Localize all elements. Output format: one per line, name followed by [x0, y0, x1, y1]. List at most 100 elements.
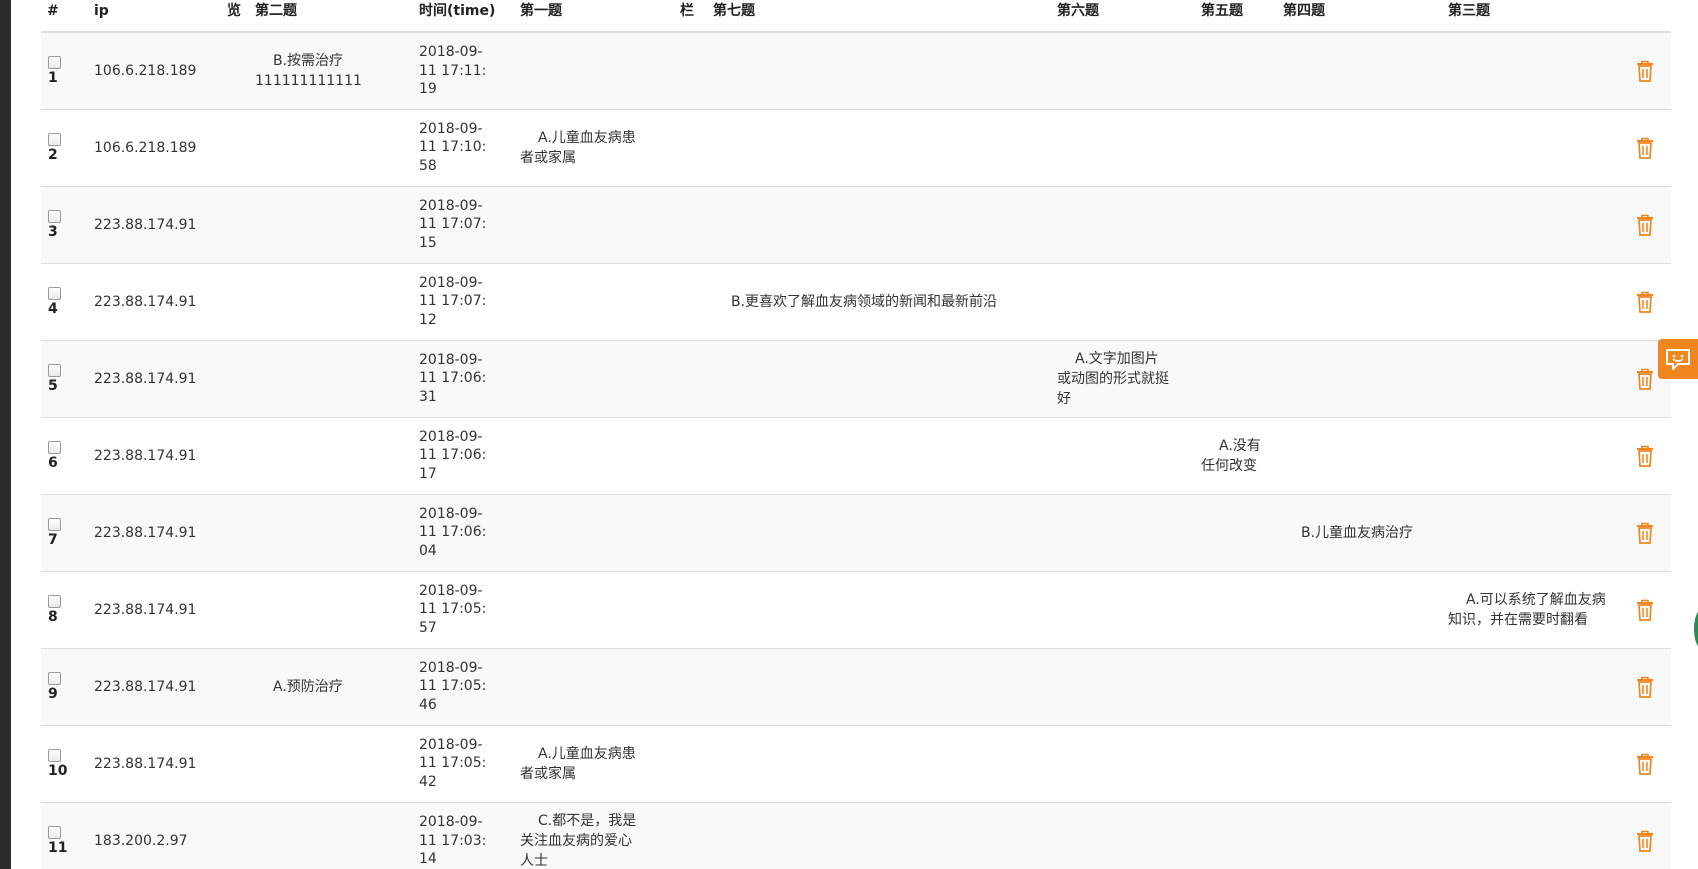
cell-q6 — [1051, 493, 1195, 571]
cell-q1 — [514, 31, 674, 109]
row-checkbox[interactable] — [48, 825, 61, 839]
answer-text: B.儿童血友病治疗 — [1301, 524, 1414, 541]
row-checkbox[interactable] — [48, 440, 61, 454]
cell-q1 — [514, 262, 674, 340]
trash-icon[interactable] — [1635, 445, 1655, 467]
cell-q5 — [1195, 185, 1277, 263]
table-row: 3 223.88.174.91 2018-09-11 17:07:15 — [41, 185, 1671, 263]
cell-ip: 223.88.174.91 — [88, 570, 221, 648]
trash-icon[interactable] — [1635, 60, 1655, 82]
cell-time: 2018-09-11 17:10:58 — [413, 108, 514, 186]
cell-col — [674, 724, 707, 802]
cell-lan — [221, 339, 249, 417]
header-lan[interactable]: 览 — [221, 0, 249, 33]
cell-time: 2018-09-11 17:05:57 — [413, 570, 514, 648]
header-q5[interactable]: 第五题 — [1195, 0, 1277, 33]
row-checkbox[interactable] — [48, 363, 61, 377]
answer-text: A.可以系统了解血友病知识，并在需要时翻看 — [1448, 591, 1606, 628]
row-checkbox[interactable] — [48, 286, 61, 300]
cell-col — [674, 801, 707, 869]
header-ip[interactable]: ip — [88, 0, 221, 33]
row-checkbox[interactable] — [48, 748, 61, 762]
cell-q7 — [707, 801, 1051, 869]
cell-time: 2018-09-11 17:05:42 — [413, 724, 514, 802]
header-q3[interactable]: 第三题 — [1442, 0, 1621, 33]
row-checkbox[interactable] — [48, 132, 61, 146]
trash-icon[interactable] — [1635, 599, 1655, 621]
trash-icon[interactable] — [1635, 368, 1655, 390]
cell-lan — [221, 185, 249, 263]
cell-q3 — [1442, 108, 1621, 186]
cell-col — [674, 416, 707, 494]
table-row: 2 106.6.218.189 2018-09-11 17:10:58 A.儿童血友病… — [41, 108, 1671, 186]
ip-address: 223.88.174.91 — [94, 293, 197, 310]
table-header-row: # ip 览 第二题 时间(time) 第一题 栏 第七题 第六题 第五题 第四… — [41, 0, 1671, 33]
cell-ip: 106.6.218.189 — [88, 108, 221, 186]
cell-col — [674, 647, 707, 725]
cell-q7 — [707, 647, 1051, 725]
header-q1[interactable]: 第一题 — [514, 0, 674, 33]
cell-q1 — [514, 647, 674, 725]
trash-icon[interactable] — [1635, 214, 1655, 236]
feedback-button[interactable] — [1658, 339, 1698, 379]
cell-q6 — [1051, 185, 1195, 263]
cell-col — [674, 262, 707, 340]
cell-q4 — [1277, 108, 1442, 186]
cell-q2 — [249, 493, 413, 571]
cell-q4 — [1277, 185, 1442, 263]
cell-col — [674, 185, 707, 263]
header-q2[interactable]: 第二题 — [249, 0, 413, 33]
row-actions-cell — [1621, 724, 1671, 802]
row-checkbox[interactable] — [48, 517, 61, 531]
cell-q6: A.文字加图片或动图的形式就挺好 — [1051, 339, 1195, 417]
trash-icon[interactable] — [1635, 830, 1655, 852]
responses-table-container: # ip 览 第二题 时间(time) 第一题 栏 第七题 第六题 第五题 第四… — [41, 0, 1671, 869]
cell-q7 — [707, 31, 1051, 109]
trash-icon[interactable] — [1635, 522, 1655, 544]
cell-q6 — [1051, 31, 1195, 109]
row-checkbox[interactable] — [48, 671, 61, 685]
header-q6[interactable]: 第六题 — [1051, 0, 1195, 33]
responses-table: # ip 览 第二题 时间(time) 第一题 栏 第七题 第六题 第五题 第四… — [41, 0, 1671, 869]
cell-q2 — [249, 570, 413, 648]
cell-q2: B.按需治疗 111111111111 — [249, 31, 413, 109]
trash-icon[interactable] — [1635, 137, 1655, 159]
row-checkbox[interactable] — [48, 55, 61, 69]
row-number: 9 — [48, 685, 58, 702]
ip-address: 223.88.174.91 — [94, 370, 197, 387]
cell-q1 — [514, 416, 674, 494]
cell-time: 2018-09-11 17:07:12 — [413, 262, 514, 340]
table-row: 1 106.6.218.189 B.按需治疗 111111111111 2018-09… — [41, 31, 1671, 109]
header-col[interactable]: 栏 — [674, 0, 707, 33]
header-q4[interactable]: 第四题 — [1277, 0, 1442, 33]
cell-lan — [221, 647, 249, 725]
cell-col — [674, 570, 707, 648]
answer-text: A.没有任何改变 — [1201, 437, 1261, 474]
trash-icon[interactable] — [1635, 753, 1655, 775]
row-number: 5 — [48, 377, 58, 394]
row-checkbox[interactable] — [48, 209, 61, 223]
cell-lan — [221, 724, 249, 802]
header-num[interactable]: # — [41, 0, 88, 33]
trash-icon[interactable] — [1635, 291, 1655, 313]
row-checkbox[interactable] — [48, 594, 61, 608]
trash-icon[interactable] — [1635, 676, 1655, 698]
header-q7[interactable]: 第七题 — [707, 0, 1051, 33]
ip-address: 223.88.174.91 — [94, 678, 197, 695]
cell-time: 2018-09-11 17:03:14 — [413, 801, 514, 869]
table-row: 5 223.88.174.91 2018-09-11 17:06:31 A.文字加图片… — [41, 339, 1671, 417]
cell-q1 — [514, 570, 674, 648]
table-row: 11 183.200.2.97 2018-09-11 17:03:14 C.都不是，我… — [41, 801, 1671, 869]
floating-widget-edge[interactable] — [1692, 608, 1698, 650]
row-select-cell: 8 — [41, 570, 88, 648]
header-time[interactable]: 时间(time) — [413, 0, 514, 33]
cell-q7 — [707, 339, 1051, 417]
row-number: 4 — [48, 300, 58, 317]
cell-q3 — [1442, 31, 1621, 109]
cell-q7 — [707, 570, 1051, 648]
ip-address: 223.88.174.91 — [94, 216, 197, 233]
row-number: 7 — [48, 531, 58, 548]
cell-q4 — [1277, 262, 1442, 340]
cell-q5 — [1195, 108, 1277, 186]
cell-ip: 223.88.174.91 — [88, 416, 221, 494]
